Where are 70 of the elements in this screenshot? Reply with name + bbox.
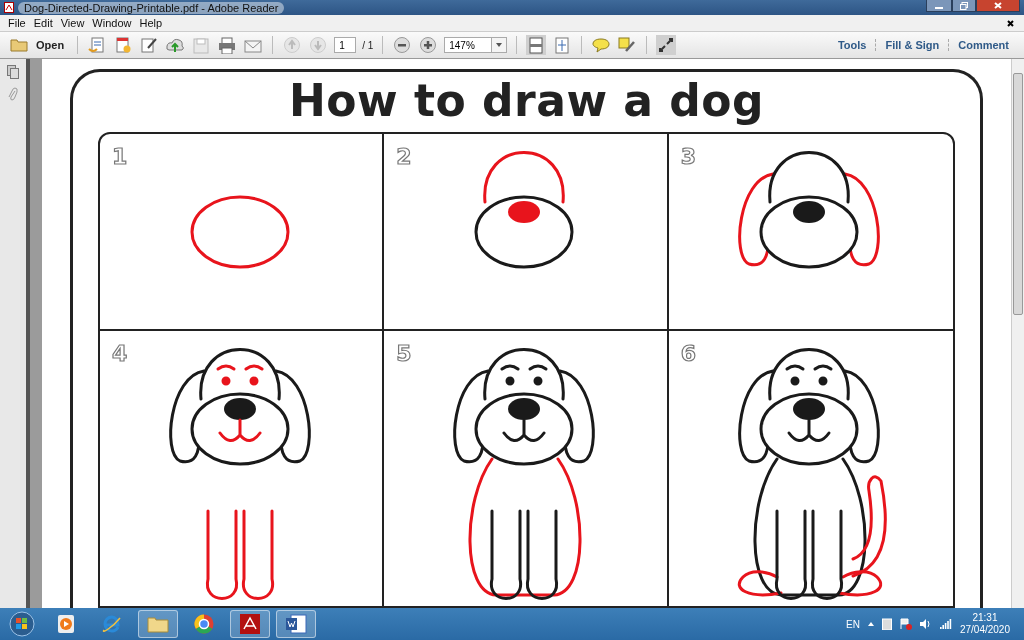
print-button[interactable]	[217, 35, 238, 55]
windows-orb-icon[interactable]	[9, 611, 35, 637]
menu-item[interactable]: File	[4, 17, 30, 29]
minimize-button[interactable]	[926, 0, 952, 12]
paperclip-icon	[8, 87, 18, 101]
open-button[interactable]: Open	[6, 38, 69, 52]
step-number: 3	[680, 144, 696, 169]
plus-icon	[420, 37, 437, 53]
language-indicator[interactable]: EN	[846, 618, 860, 630]
document-w-icon	[285, 614, 307, 634]
window-title: Dog-Directed-Drawing-Printable.pdf - Adobe Reader	[18, 1, 285, 14]
fit-page-button[interactable]	[526, 35, 547, 55]
close-button[interactable]	[976, 0, 1020, 12]
pdf-file-icon	[4, 2, 14, 13]
play-icon	[58, 615, 74, 633]
step-number: 4	[112, 341, 128, 366]
menu-item[interactable]: Window	[88, 17, 136, 29]
highlighter-icon	[618, 37, 637, 53]
close-icon	[1006, 19, 1014, 27]
zoom-field[interactable]: 147%	[444, 37, 493, 53]
restore-icon	[960, 1, 968, 10]
folder-icon	[10, 38, 28, 52]
expand-arrows-icon	[658, 37, 675, 53]
scrollbar[interactable]	[1011, 59, 1024, 608]
signal-bars-icon	[939, 619, 952, 629]
document-gear-icon	[114, 36, 133, 54]
minus-icon	[394, 37, 411, 53]
page-total: / 1	[362, 39, 374, 51]
restore-button[interactable]	[952, 0, 976, 12]
menu-item[interactable]: Help	[135, 17, 167, 29]
speech-bubble-icon	[592, 37, 611, 53]
worksheet-title: How to draw a dog	[287, 76, 766, 126]
fit-width-icon	[554, 36, 571, 54]
clock-date[interactable]: 27/04/2020	[959, 624, 1010, 636]
menu-item[interactable]: View	[56, 17, 89, 29]
file-explorer-button[interactable]	[138, 610, 178, 638]
clock-time[interactable]: 21:31	[972, 612, 998, 624]
save-icon	[192, 36, 211, 54]
fit-page-icon	[528, 36, 545, 54]
step-number: 1	[112, 144, 128, 169]
menu-item[interactable]: Edit	[29, 17, 57, 29]
page-number-field[interactable]: 1	[334, 37, 357, 53]
cloud-upload-icon	[166, 36, 185, 54]
up-caret-icon	[867, 622, 874, 626]
document-pen-icon	[140, 36, 159, 54]
comment-button[interactable]	[591, 35, 612, 55]
folder-icon	[147, 615, 169, 633]
circle-logo-icon	[194, 614, 214, 634]
print-icon	[218, 36, 237, 54]
pdf-logo-icon	[240, 614, 260, 634]
full-screen-button[interactable]	[656, 35, 677, 55]
step-number: 5	[396, 341, 412, 366]
close-icon	[994, 2, 1002, 9]
pages-icon	[7, 65, 19, 79]
word-button[interactable]	[276, 610, 316, 638]
document-pen-button[interactable]	[139, 35, 160, 55]
zoom-out-button[interactable]	[392, 35, 413, 55]
zoom-in-button[interactable]	[418, 35, 439, 55]
pdf-reader-button[interactable]	[230, 610, 270, 638]
e-logo-icon	[102, 614, 122, 634]
panel-link[interactable]: Tools	[828, 39, 876, 51]
flag-error-icon	[899, 618, 912, 630]
panel-link[interactable]: Fill & Sign	[875, 39, 949, 51]
clipboard-icon	[881, 618, 892, 630]
step-number: 2	[396, 144, 412, 169]
panel-link[interactable]: Comment	[948, 39, 1018, 51]
caret-icon	[496, 43, 503, 47]
speaker-icon	[919, 619, 932, 629]
zoom-dropdown-button[interactable]	[491, 37, 508, 53]
step-number: 6	[680, 341, 696, 366]
